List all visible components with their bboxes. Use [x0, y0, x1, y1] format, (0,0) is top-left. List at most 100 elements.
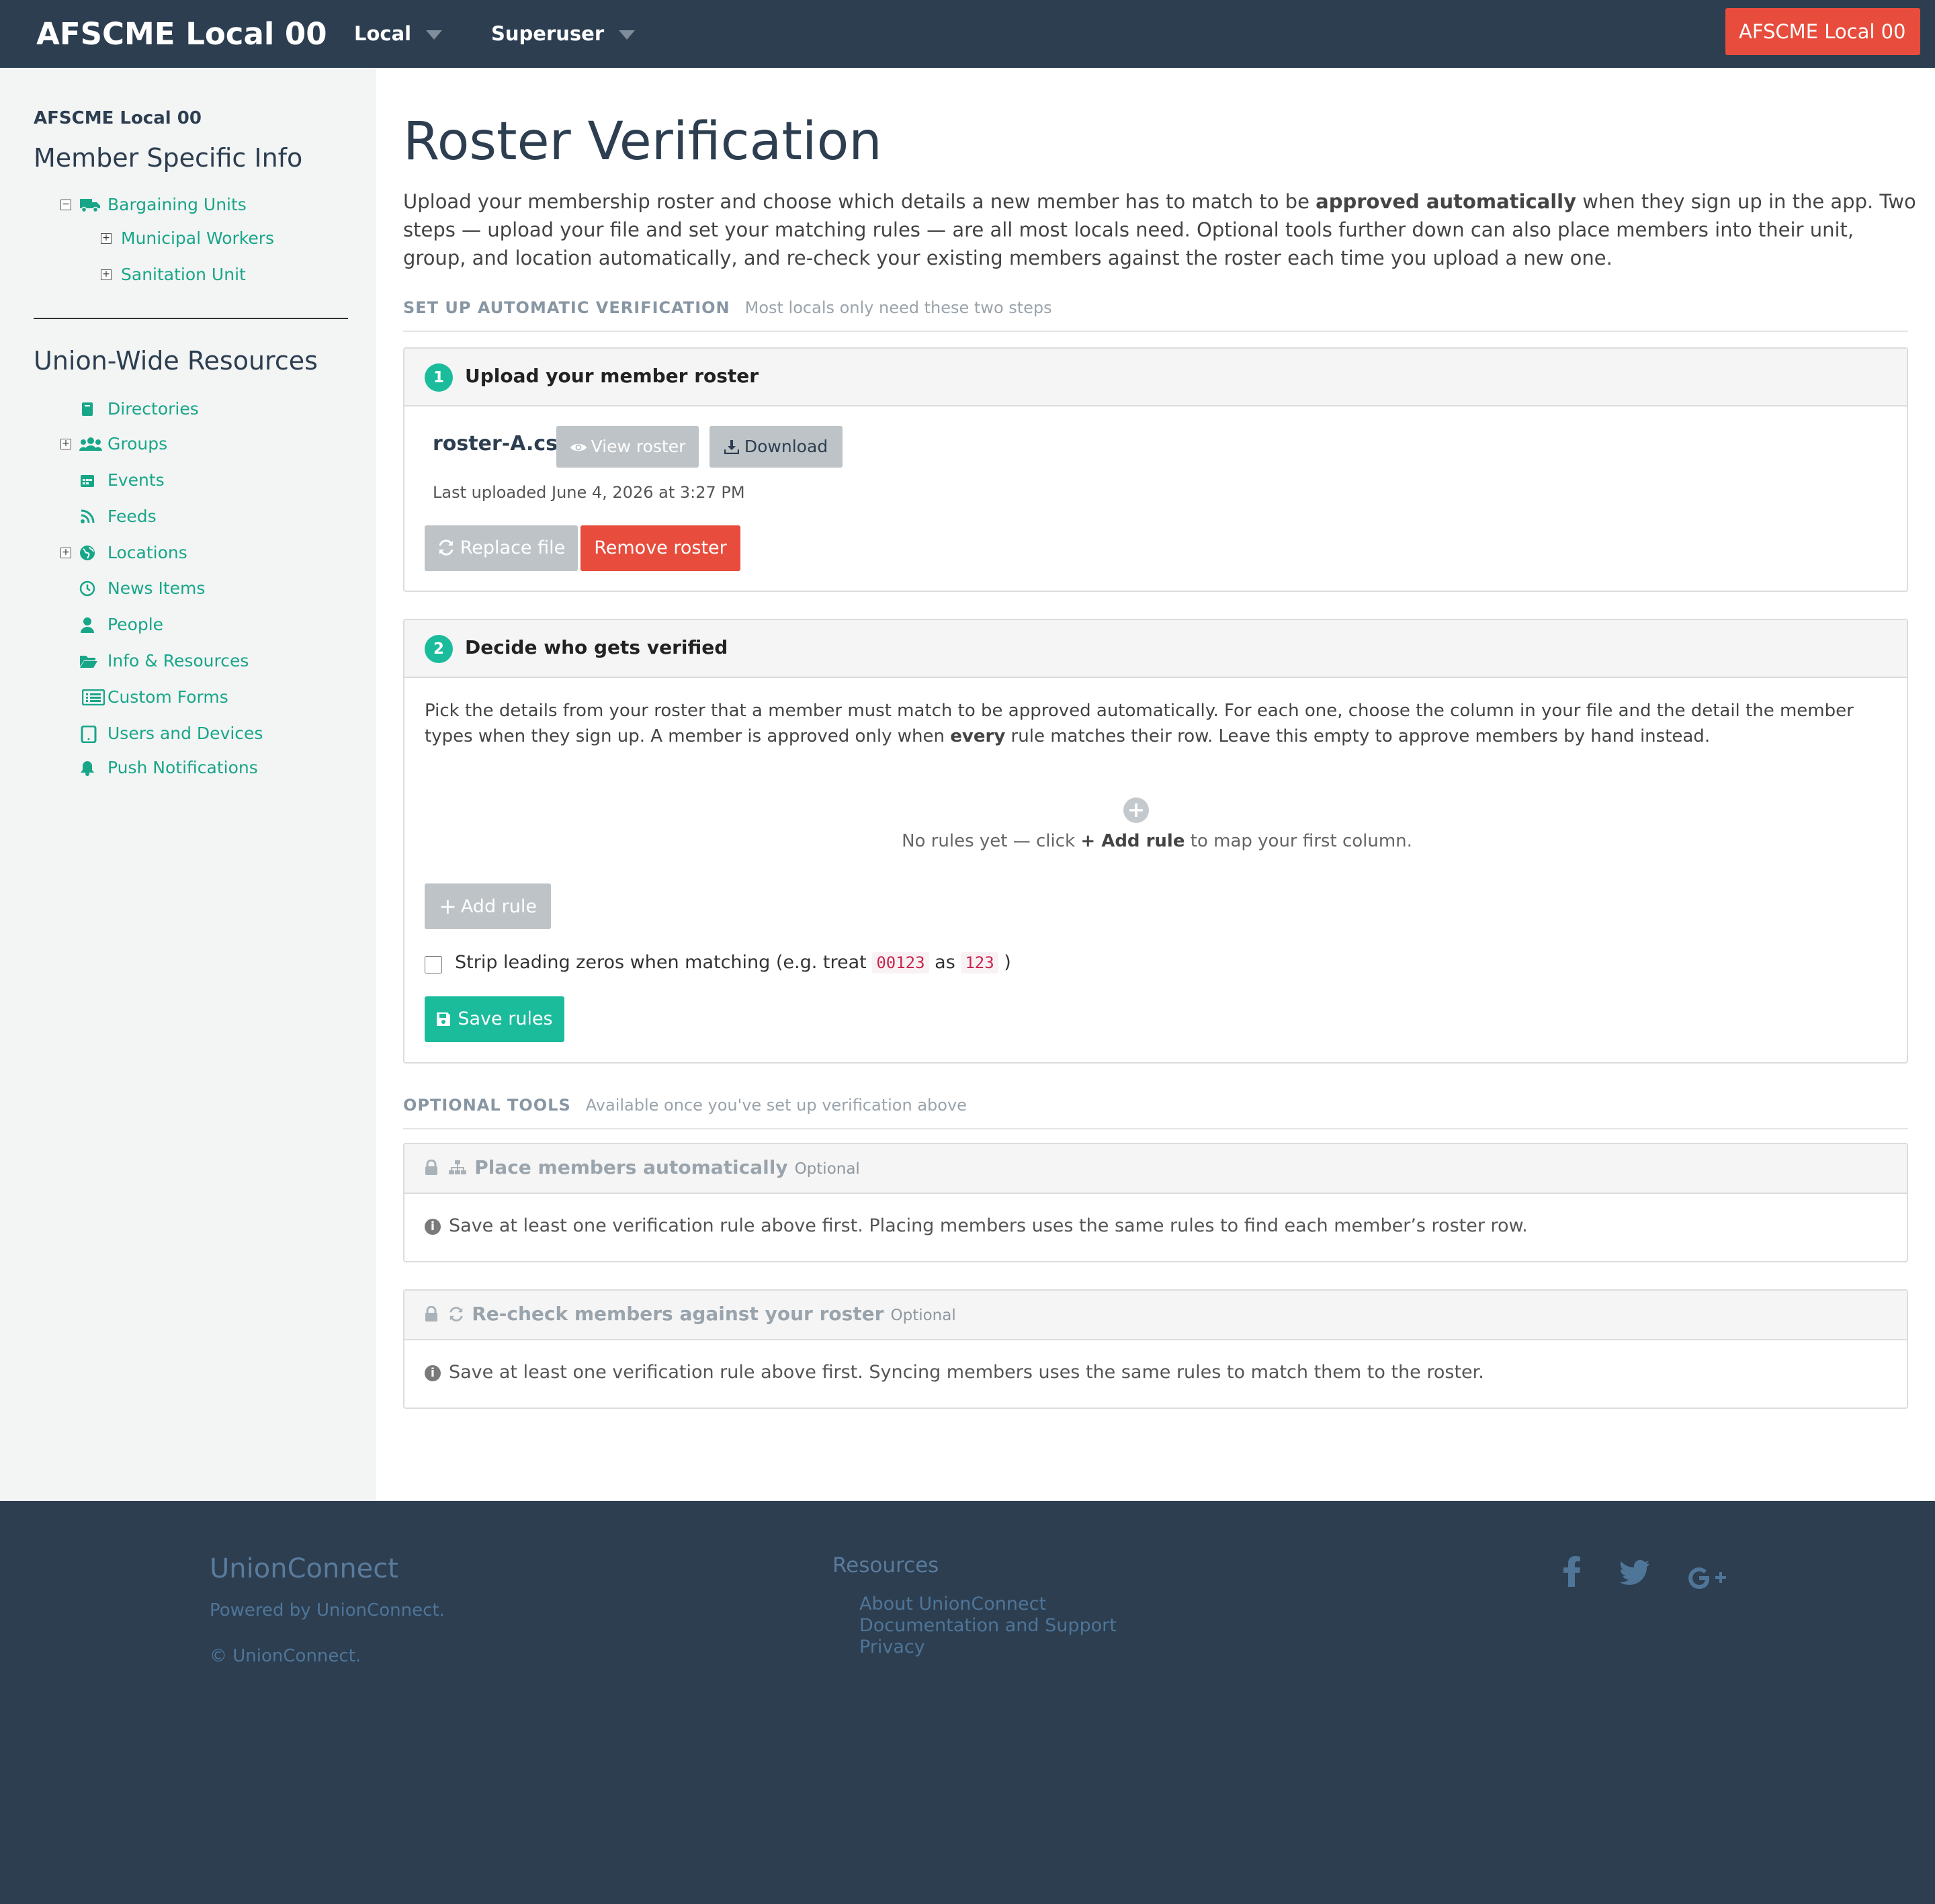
tablet-icon: [81, 725, 97, 744]
sidebar-item-news-items[interactable]: News Items: [108, 575, 205, 602]
download-label: Download: [744, 437, 828, 456]
sidebar-item-custom-forms[interactable]: Custom Forms: [108, 684, 228, 711]
step2-panel: 2 Decide who gets verified Pick the deta…: [403, 619, 1908, 1064]
view-roster-button[interactable]: View roster: [556, 426, 699, 468]
step1-panel: 1 Upload your member roster roster-A.csv…: [403, 347, 1908, 592]
refresh-icon: [437, 537, 455, 558]
setup-section-label: SET UP AUTOMATIC VERIFICATION: [403, 298, 730, 317]
footer-resources-heading: Resources: [832, 1553, 939, 1577]
recheck-members-message: i Save at least one verification rule abo…: [425, 1362, 1484, 1383]
remove-roster-button[interactable]: Remove roster: [580, 525, 740, 571]
local-menu-label: Local: [354, 22, 412, 45]
clock-icon: [79, 580, 95, 597]
code-example: 00123: [872, 952, 929, 973]
collapse-toggle-icon[interactable]: −: [60, 200, 71, 210]
step-number-badge: 2: [425, 635, 453, 663]
users-icon: [79, 436, 102, 452]
floppy-disk-icon: [436, 1008, 451, 1029]
twitter-icon[interactable]: [1619, 1559, 1650, 1593]
folder-open-icon: [79, 653, 98, 669]
brand-title[interactable]: AFSCME Local 00: [36, 0, 327, 68]
footer-brand: UnionConnect: [210, 1553, 398, 1584]
sidebar-item-groups[interactable]: Groups: [108, 431, 167, 458]
expand-toggle-icon[interactable]: +: [60, 439, 71, 449]
lock-icon: [425, 1159, 438, 1176]
add-rule-label: Add rule: [460, 896, 537, 917]
replace-file-label: Replace file: [460, 537, 566, 558]
strip-zeros-checkbox[interactable]: [425, 956, 442, 973]
account-dropdown-button[interactable]: AFSCME Local 00: [1725, 8, 1920, 85]
place-members-title: Place members automatically: [474, 1156, 788, 1178]
account-button-label: AFSCME Local 00: [1739, 20, 1906, 43]
code-example: 123: [961, 952, 998, 973]
page-title: Roster Verification: [403, 112, 882, 172]
intro-text: Upload your membership roster and choose…: [403, 190, 1916, 269]
save-rules-label: Save rules: [458, 1008, 553, 1029]
sitemap-icon: [448, 1160, 467, 1176]
sidebar-item-info-resources[interactable]: Info & Resources: [108, 648, 249, 675]
superuser-menu-label: Superuser: [491, 22, 605, 45]
step1-header: 1 Upload your member roster: [404, 349, 1907, 406]
recheck-members-header: Re-check members against your roster Opti…: [404, 1291, 1907, 1340]
sidebar-item-users-devices[interactable]: Users and Devices: [108, 720, 263, 747]
expand-toggle-icon[interactable]: +: [60, 548, 71, 558]
step2-title: Decide who gets verified: [465, 636, 728, 658]
sidebar-divider: [34, 318, 348, 319]
place-members-header: Place members automatically Optional: [404, 1144, 1907, 1194]
footer-copyright: © UnionConnect.: [210, 1646, 361, 1666]
add-circle-icon: +: [1123, 797, 1149, 823]
sidebar-item-unit[interactable]: Municipal Workers: [121, 225, 274, 252]
place-members-title-row: Place members automatically Optional: [425, 1156, 860, 1178]
step1-title: Upload your member roster: [465, 365, 759, 387]
view-roster-label: View roster: [591, 437, 686, 456]
recheck-members-panel: Re-check members against your roster Opti…: [403, 1289, 1908, 1409]
main-content: Roster Verification Upload your membersh…: [376, 68, 1935, 1501]
step2-header: 2 Decide who gets verified: [404, 620, 1907, 678]
empty-rules-message: No rules yet — click + Add rule to map y…: [902, 831, 1412, 851]
book-icon: [79, 401, 95, 417]
union-wide-heading: Union-Wide Resources: [34, 346, 318, 376]
replace-file-button[interactable]: Replace file: [425, 525, 578, 571]
calendar-icon: [79, 472, 95, 488]
globe-icon: [79, 545, 95, 561]
save-rules-button[interactable]: Save rules: [425, 996, 564, 1042]
optional-tag: Optional: [794, 1160, 860, 1178]
sidebar-item-bargaining-units[interactable]: Bargaining Units: [108, 191, 247, 218]
truck-icon: [80, 197, 100, 213]
sidebar-item-unit[interactable]: Sanitation Unit: [121, 261, 246, 288]
optional-section-sub: Available once you've set up verificatio…: [585, 1096, 967, 1115]
eye-icon: [570, 437, 587, 456]
last-uploaded-text: Last uploaded June 4, 2026 at 3:27 PM: [433, 483, 745, 502]
footer: UnionConnect Powered by UnionConnect. © …: [0, 1501, 1935, 1904]
superuser-menu[interactable]: Superuser: [491, 0, 636, 68]
sidebar-item-push-notifications[interactable]: Push Notifications: [108, 754, 258, 781]
sidebar-item-locations[interactable]: Locations: [108, 539, 187, 566]
lock-icon: [425, 1305, 438, 1323]
footer-link-docs[interactable]: Documentation and Support: [859, 1615, 1117, 1636]
bell-icon: [79, 760, 95, 776]
step2-description: Pick the details from your roster that a…: [425, 701, 1854, 746]
plus-icon: +: [439, 894, 457, 919]
download-button[interactable]: Download: [710, 426, 843, 468]
expand-toggle-icon[interactable]: +: [101, 269, 112, 280]
footer-link-about[interactable]: About UnionConnect: [859, 1594, 1046, 1614]
chevron-down-icon: [426, 30, 443, 40]
setup-section-header: SET UP AUTOMATIC VERIFICATION Most locals…: [403, 298, 1908, 332]
sidebar-item-events[interactable]: Events: [108, 467, 165, 494]
google-plus-icon[interactable]: [1688, 1563, 1727, 1597]
footer-powered-by: Powered by UnionConnect.: [210, 1600, 445, 1620]
recheck-members-title-row: Re-check members against your roster Opti…: [425, 1303, 956, 1325]
expand-toggle-icon[interactable]: +: [101, 233, 112, 244]
sidebar-item-people[interactable]: People: [108, 611, 163, 638]
sidebar-item-directories[interactable]: Directories: [108, 396, 199, 423]
footer-link-privacy[interactable]: Privacy: [859, 1637, 925, 1657]
sidebar-local-name: AFSCME Local 00: [34, 108, 202, 128]
refresh-icon: [448, 1307, 464, 1323]
optional-section-header: OPTIONAL TOOLS Available once you've set …: [403, 1096, 1908, 1129]
facebook-icon[interactable]: [1563, 1555, 1582, 1594]
rss-icon: [79, 509, 95, 525]
sidebar-item-feeds[interactable]: Feeds: [108, 503, 157, 530]
add-rule-button[interactable]: + Add rule: [425, 883, 551, 929]
local-menu[interactable]: Local: [354, 0, 443, 68]
roster-filename: roster-A.csv: [433, 432, 571, 456]
